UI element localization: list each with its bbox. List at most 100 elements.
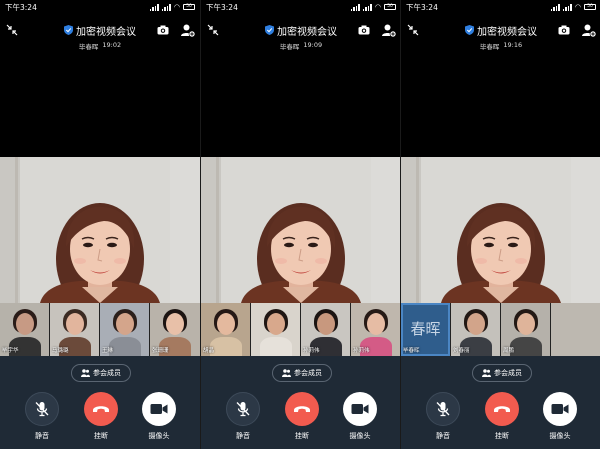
participant-face bbox=[66, 313, 84, 335]
participant-name: 毕宇华 bbox=[2, 348, 19, 354]
add-member-icon[interactable] bbox=[582, 24, 596, 37]
main-video bbox=[201, 157, 400, 303]
mic-off-icon bbox=[436, 402, 450, 417]
participant-thumbnail[interactable]: 胡晶 bbox=[201, 303, 251, 356]
signal-icon bbox=[161, 3, 171, 11]
hangup-label: 挂断 bbox=[495, 432, 509, 440]
call-duration: 19:09 bbox=[303, 41, 323, 49]
members-button[interactable]: 参会成员 bbox=[71, 364, 131, 382]
participant-face bbox=[166, 313, 184, 335]
shield-icon bbox=[265, 25, 274, 35]
participant-name: 毕春晖 bbox=[403, 348, 420, 354]
members-icon bbox=[282, 369, 291, 377]
call-screen: 下午3:24 ◠ 50 加密视频会议 bbox=[0, 0, 200, 449]
participant-thumbnail[interactable]: 春晖毕春晖 bbox=[401, 303, 451, 356]
battery-icon: 50 bbox=[584, 4, 596, 10]
mute-button[interactable] bbox=[426, 392, 460, 426]
camera-switch-icon[interactable] bbox=[157, 25, 169, 35]
participant-thumbnail[interactable]: 孙莉伟 bbox=[351, 303, 400, 356]
call-header: 加密视频会议 毕春晖 19:02 bbox=[0, 14, 200, 51]
members-label: 参会成员 bbox=[93, 369, 121, 377]
participant-face bbox=[116, 313, 134, 335]
call-screen: 下午3:24 ◠ 50 加密视频会议 bbox=[200, 0, 400, 449]
hangup-button[interactable] bbox=[285, 392, 319, 426]
members-label: 参会成员 bbox=[494, 369, 522, 377]
wifi-icon: ◠ bbox=[374, 3, 381, 11]
signal-icon bbox=[149, 3, 159, 11]
hangup-button[interactable] bbox=[84, 392, 118, 426]
speaker-video-frame bbox=[0, 157, 200, 303]
hangup-label: 挂断 bbox=[94, 432, 108, 440]
call-duration: 19:16 bbox=[503, 41, 523, 49]
participant-name: 刘春丽 bbox=[453, 348, 470, 354]
camera-switch-icon[interactable] bbox=[358, 25, 370, 35]
participant-name: 周鹏 bbox=[503, 348, 515, 354]
add-member-icon[interactable] bbox=[181, 24, 195, 37]
call-header: 加密视频会议 毕春晖 19:09 bbox=[201, 14, 400, 51]
call-duration: 19:02 bbox=[102, 41, 122, 49]
participant-thumbnail[interactable]: 毕宇华 bbox=[0, 303, 50, 356]
main-video bbox=[401, 157, 600, 303]
status-bar: 下午3:24 ◠ 50 bbox=[0, 0, 200, 14]
camera-button[interactable] bbox=[343, 392, 377, 426]
participant-body bbox=[210, 337, 242, 356]
avatar-text: 春晖 bbox=[410, 320, 441, 338]
participant-thumbnail[interactable]: 孙莉伟 bbox=[301, 303, 351, 356]
participant-thumbnail[interactable]: 王琳 bbox=[100, 303, 150, 356]
members-button[interactable]: 参会成员 bbox=[272, 364, 332, 382]
mic-off-icon bbox=[236, 402, 250, 417]
members-icon bbox=[81, 369, 90, 377]
wifi-icon: ◠ bbox=[574, 3, 581, 11]
participant-strip[interactable]: 春晖 毕春晖 刘春丽 周鹏 bbox=[401, 303, 600, 356]
host-name: 毕春晖 bbox=[479, 43, 500, 51]
meeting-subtitle: 毕春晖 19:16 bbox=[401, 41, 600, 51]
signal-icon bbox=[350, 3, 360, 11]
participant-thumbnail[interactable]: 刘春丽 bbox=[451, 303, 501, 356]
signal-icon bbox=[362, 3, 372, 11]
participant-thumbnail[interactable]: 马璐璐 bbox=[50, 303, 100, 356]
participant-thumbnail[interactable]: 周鹏 bbox=[501, 303, 551, 356]
meeting-subtitle: 毕春晖 19:02 bbox=[0, 41, 200, 51]
host-name: 毕春晖 bbox=[78, 43, 99, 51]
mute-label: 静音 bbox=[236, 432, 250, 440]
add-member-icon[interactable] bbox=[382, 24, 396, 37]
members-button[interactable]: 参会成员 bbox=[472, 364, 532, 382]
speaker-video-frame bbox=[401, 157, 600, 303]
participant-face bbox=[517, 313, 535, 335]
hangup-icon bbox=[93, 406, 109, 412]
participant-face bbox=[317, 313, 335, 335]
participant-thumbnail[interactable] bbox=[551, 303, 600, 356]
mute-button[interactable] bbox=[226, 392, 260, 426]
wifi-icon: ◠ bbox=[173, 3, 180, 11]
participant-name: 胡晶 bbox=[203, 348, 215, 354]
triple-screenshot: 下午3:24 ◠ 50 加密视频会议 毕春晖 19:02 毕宇华 马璐璐 王琳 … bbox=[0, 0, 600, 449]
participant-strip[interactable]: 胡晶 孙莉伟 孙莉伟 bbox=[201, 303, 400, 356]
mute-label: 静音 bbox=[436, 432, 450, 440]
participant-face bbox=[467, 313, 485, 335]
shield-icon bbox=[64, 25, 73, 35]
main-video bbox=[0, 157, 200, 303]
status-bar: 下午3:24 ◠ 50 bbox=[401, 0, 600, 14]
mic-off-icon bbox=[35, 402, 49, 417]
signal-icon bbox=[550, 3, 560, 11]
meeting-title: 加密视频会议 bbox=[265, 23, 337, 38]
participant-thumbnail[interactable] bbox=[251, 303, 301, 356]
participant-name: 王琳 bbox=[102, 348, 114, 354]
meeting-title-text: 加密视频会议 bbox=[76, 26, 136, 38]
mute-button[interactable] bbox=[25, 392, 59, 426]
camera-button[interactable] bbox=[543, 392, 577, 426]
meeting-title: 加密视频会议 bbox=[465, 23, 537, 38]
participant-name: 孙莉伟 bbox=[353, 348, 370, 354]
battery-icon: 50 bbox=[183, 4, 195, 10]
members-label: 参会成员 bbox=[294, 369, 322, 377]
participant-strip[interactable]: 毕宇华 马璐璐 王琳 张珊珊 bbox=[0, 303, 200, 356]
camera-button[interactable] bbox=[142, 392, 176, 426]
hangup-button[interactable] bbox=[485, 392, 519, 426]
participant-thumbnail[interactable]: 张珊珊 bbox=[150, 303, 200, 356]
video-camera-icon bbox=[351, 404, 369, 414]
meeting-title: 加密视频会议 bbox=[64, 23, 136, 38]
shield-icon bbox=[465, 25, 474, 35]
video-camera-icon bbox=[150, 404, 168, 414]
call-controls: 参会成员 静音 挂断 摄像头 bbox=[401, 356, 600, 449]
camera-switch-icon[interactable] bbox=[558, 25, 570, 35]
